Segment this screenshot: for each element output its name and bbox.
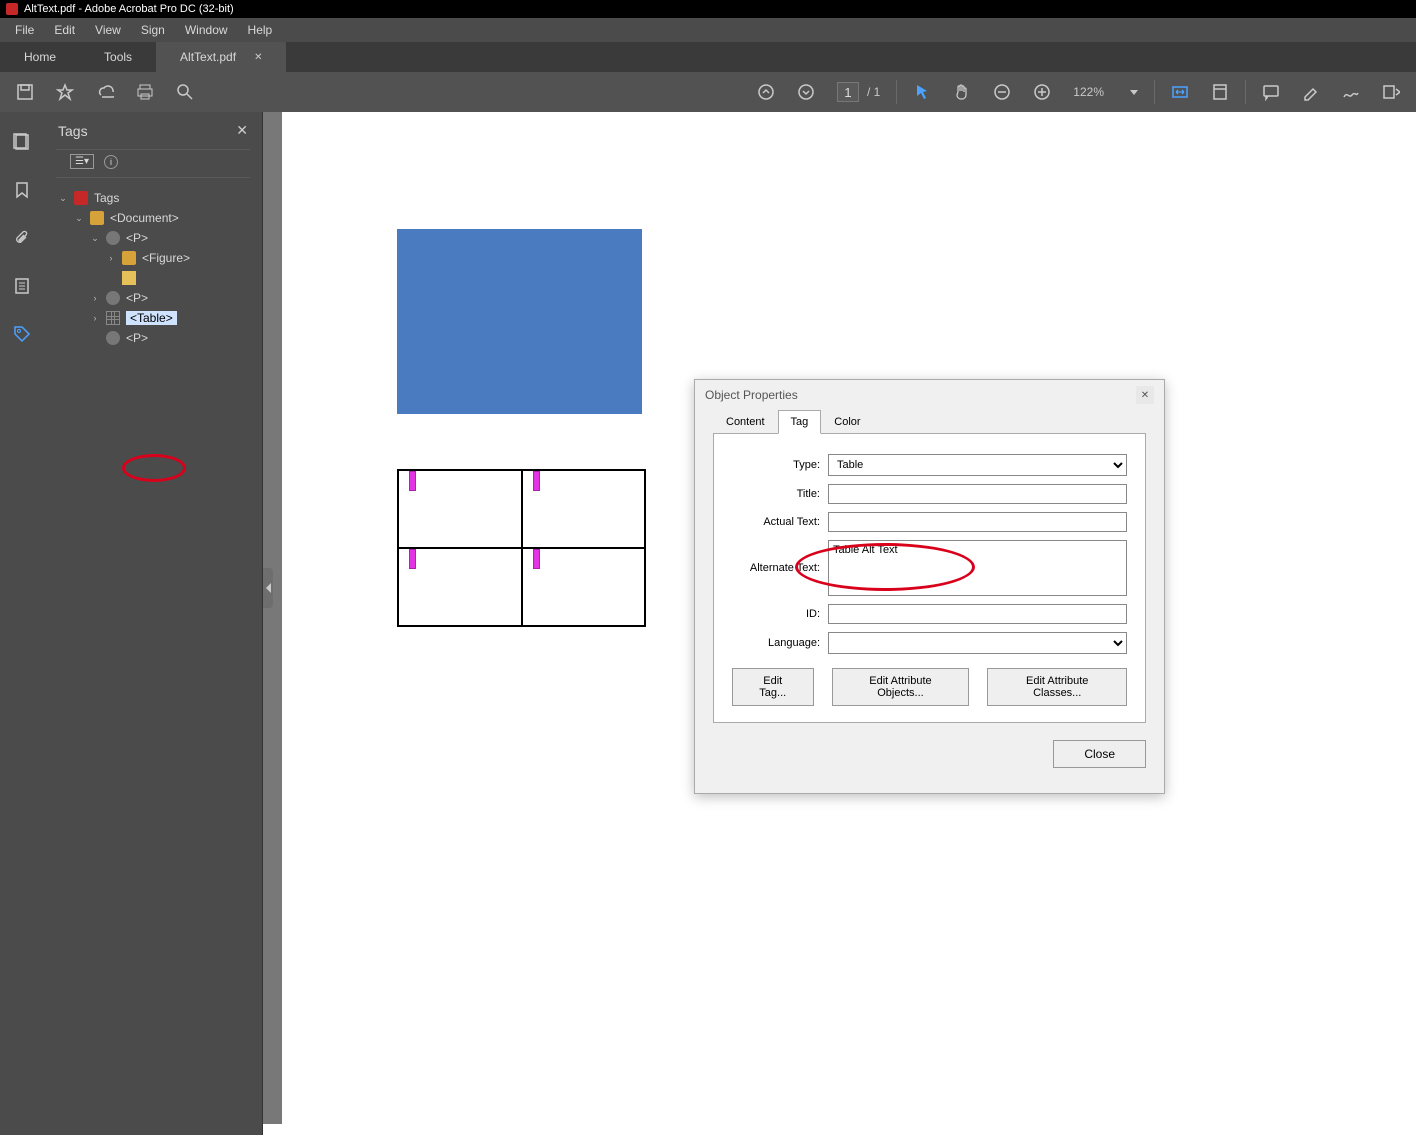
document-tabs: Home Tools AltText.pdf ✕ [0,42,1416,72]
label-id: ID: [732,608,820,620]
page-down-icon[interactable] [797,83,815,101]
toolbar: / 1 122% [0,72,1416,112]
edit-attr-classes-button[interactable]: Edit Attribute Classes... [987,668,1127,706]
menubar: File Edit View Sign Window Help [0,18,1416,42]
close-icon[interactable]: ✕ [254,52,262,63]
print-icon[interactable] [136,83,154,101]
id-input[interactable] [828,604,1127,624]
type-select[interactable]: Table [828,454,1127,476]
menu-sign[interactable]: Sign [134,20,172,40]
edit-attr-objects-button[interactable]: Edit Attribute Objects... [832,668,970,706]
table-graphic [397,469,646,627]
tree-content[interactable]: › [58,268,262,288]
titlebar: AltText.pdf - Adobe Acrobat Pro DC (32-b… [0,0,1416,18]
panel-title: Tags [58,123,88,139]
search-icon[interactable] [176,83,194,101]
tree-table[interactable]: ›<Table> [58,308,262,328]
fit-width-icon[interactable] [1171,83,1189,101]
page-total: / 1 [867,85,880,99]
menu-help[interactable]: Help [241,20,280,40]
page-current-input[interactable] [837,82,859,102]
dialog-title: Object Properties [705,388,798,402]
menu-view[interactable]: View [88,20,128,40]
more-tools-icon[interactable] [1382,83,1400,101]
fit-page-icon[interactable] [1211,83,1229,101]
cloud-icon[interactable] [96,83,114,101]
tab-tools[interactable]: Tools [80,42,156,72]
edit-tag-button[interactable]: Edit Tag... [732,668,814,706]
tree-p-2[interactable]: ›<P> [58,288,262,308]
zoom-out-icon[interactable] [993,83,1011,101]
menu-file[interactable]: File [8,20,41,40]
alt-text-input[interactable]: Table Alt Text [828,540,1127,596]
label-alt: Alternate Text: [732,562,820,574]
sign-icon[interactable] [1342,83,1360,101]
content-panel-icon[interactable] [12,276,32,296]
right-pane [1223,112,1416,1124]
tab-label: AltText.pdf [180,50,236,64]
tree-p-3[interactable]: ›<P> [58,328,262,348]
object-properties-dialog: Object Properties ✕ Content Tag Color Ty… [694,379,1165,794]
panel-collapse-handle[interactable] [263,568,273,608]
tree-figure[interactable]: ›<Figure> [58,248,262,268]
tags-panel-icon[interactable] [12,324,32,344]
tree-root[interactable]: ⌄Tags [58,188,262,208]
label-type: Type: [732,459,820,471]
tags-panel: Tags ✕ ☰▾ i ⌄Tags ⌄<Document> ⌄<P> ›<Fig… [44,112,263,1135]
tag-tree: ⌄Tags ⌄<Document> ⌄<P> ›<Figure> › ›<P> … [44,188,262,348]
close-icon[interactable]: ✕ [1136,386,1154,404]
tree-p-1[interactable]: ⌄<P> [58,228,262,248]
comment-icon[interactable] [1262,83,1280,101]
page-up-icon[interactable] [757,83,775,101]
page-indicator: / 1 [837,82,880,102]
bookmark-icon[interactable] [12,180,32,200]
figure-rect [397,229,642,414]
tab-document[interactable]: AltText.pdf ✕ [156,42,286,72]
highlight-icon[interactable] [1302,83,1320,101]
attachment-icon[interactable] [12,228,32,248]
chevron-down-icon[interactable] [1130,90,1138,95]
options-icon[interactable]: ☰▾ [70,154,94,169]
menu-window[interactable]: Window [178,20,235,40]
tab-content[interactable]: Content [713,410,778,434]
pointer-icon[interactable] [913,83,931,101]
tab-home[interactable]: Home [0,42,80,72]
menu-edit[interactable]: Edit [47,20,82,40]
title-input[interactable] [828,484,1127,504]
zoom-level[interactable]: 122% [1073,85,1104,99]
label-title: Title: [732,488,820,500]
zoom-in-icon[interactable] [1033,83,1051,101]
save-icon[interactable] [16,83,34,101]
left-rail [0,112,44,1135]
language-select[interactable] [828,632,1127,654]
thumbnails-icon[interactable] [12,132,32,152]
tags-toolbar: ☰▾ i [56,149,250,178]
tree-document[interactable]: ⌄<Document> [58,208,262,228]
bottom-pad [263,1124,1416,1135]
tab-tag[interactable]: Tag [778,410,822,434]
label-lang: Language: [732,637,820,649]
actual-text-input[interactable] [828,512,1127,532]
hand-icon[interactable] [953,83,971,101]
info-icon[interactable]: i [104,155,118,169]
label-actual: Actual Text: [732,516,820,528]
app-icon [6,3,18,15]
star-icon[interactable] [56,83,74,101]
window-title: AltText.pdf - Adobe Acrobat Pro DC (32-b… [24,3,234,15]
tab-color[interactable]: Color [821,410,873,434]
close-button[interactable]: Close [1053,740,1146,768]
close-icon[interactable]: ✕ [236,122,248,139]
